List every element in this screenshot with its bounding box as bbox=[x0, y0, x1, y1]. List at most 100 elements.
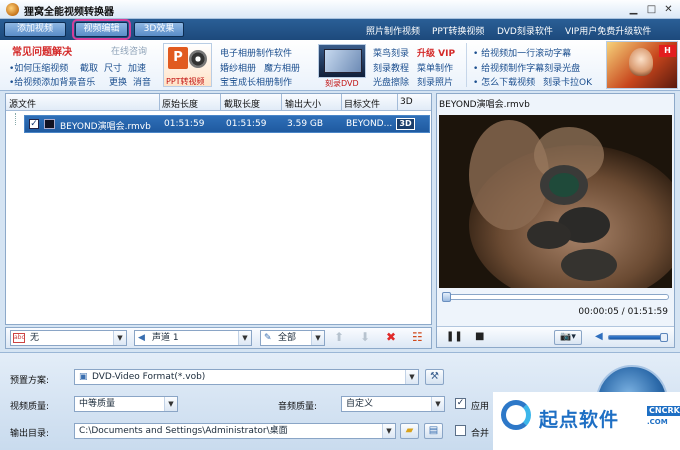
faq-link-clip[interactable]: 截取 bbox=[80, 61, 98, 74]
faq-link-bgm[interactable]: •给视频添加背景音乐 bbox=[9, 75, 95, 88]
dvd-promo-caption[interactable]: 刻录DVD bbox=[325, 78, 359, 89]
volume-handle[interactable] bbox=[660, 333, 668, 342]
seek-handle[interactable] bbox=[442, 292, 452, 302]
film-icon bbox=[44, 119, 55, 129]
link-scroll-subtitle[interactable]: • 给视频加一行滚动字幕 bbox=[473, 46, 571, 59]
link-newbie-burn[interactable]: 菜鸟刻录 bbox=[373, 46, 409, 59]
settings-tool-icon[interactable]: ⚒ bbox=[425, 369, 444, 385]
row-checkbox[interactable]: ✓ bbox=[29, 119, 39, 129]
preset-select[interactable]: ▣ DVD-Video Format(*.vob) ▼ bbox=[74, 369, 419, 385]
faq-link-size[interactable]: 尺寸 bbox=[104, 61, 122, 74]
tab-add-video[interactable]: 添加视频 bbox=[4, 22, 66, 37]
chevron-down-icon[interactable]: ▼ bbox=[113, 331, 126, 345]
link-disc-erase[interactable]: 光盘擦除 bbox=[373, 75, 409, 88]
table-row[interactable]: ✓ BEYOND演唱会.rmvb 01:51:59 01:51:59 3.59 … bbox=[24, 115, 430, 133]
audio-track-select[interactable]: ◀ 声道 1 ▼ bbox=[134, 330, 252, 346]
film-icon: ▣ bbox=[79, 372, 88, 382]
audio-quality-value: 自定义 bbox=[346, 399, 374, 409]
merge-checkbox[interactable] bbox=[455, 425, 466, 436]
delete-icon[interactable]: ✖ bbox=[386, 331, 396, 343]
chevron-down-icon[interactable]: ▼ bbox=[405, 370, 418, 384]
stop-icon[interactable]: ■ bbox=[475, 332, 484, 342]
faq-title[interactable]: 常见问题解决 bbox=[12, 43, 72, 58]
video-quality-select[interactable]: 中等质量 ▼ bbox=[74, 396, 178, 412]
3d-toggle-icon[interactable]: 3D bbox=[396, 118, 415, 130]
link-upgrade-vip[interactable]: 升级 VIP bbox=[417, 46, 455, 59]
open-folder-icon[interactable]: ▤ bbox=[424, 423, 443, 439]
subtitle-select[interactable]: abc 无 ▼ bbox=[10, 330, 127, 346]
chevron-down-icon[interactable]: ▼ bbox=[238, 331, 251, 345]
faq-link-mute[interactable]: 消音 bbox=[133, 75, 151, 88]
output-dir-input[interactable]: C:\Documents and Settings\Administrator\… bbox=[74, 423, 396, 439]
link-menu-make[interactable]: 菜单制作 bbox=[417, 61, 453, 74]
link-album-software[interactable]: 电子相册制作软件 bbox=[220, 46, 292, 59]
audio-quality-select[interactable]: 自定义 ▼ bbox=[341, 396, 445, 412]
cell-file-name: BEYOND演唱会.rmvb bbox=[60, 122, 151, 132]
tab-3d-effect[interactable]: 3D效果 bbox=[134, 22, 184, 37]
link-burn-tutorial[interactable]: 刻录教程 bbox=[373, 61, 409, 74]
folder-icon[interactable]: ▰ bbox=[400, 423, 419, 439]
edit-icon: ✎ bbox=[264, 333, 272, 343]
film-reel-icon bbox=[189, 50, 207, 68]
output-dir-value: C:\Documents and Settings\Administrator\… bbox=[79, 426, 288, 436]
app-logo-icon bbox=[6, 3, 19, 16]
tab-video-edit[interactable]: 视频编辑 bbox=[72, 19, 131, 40]
cell-output-size: 3.59 GB bbox=[287, 119, 324, 129]
timecode: 00:00:05 / 01:51:59 bbox=[578, 307, 668, 317]
link-subtitle-disc[interactable]: • 给视频制作字幕刻录光盘 bbox=[473, 61, 580, 74]
video-frame[interactable] bbox=[439, 115, 672, 288]
link-burn-photos[interactable]: 刻录照片 bbox=[417, 75, 453, 88]
link-wedding-album[interactable]: 婚纱相册 bbox=[220, 61, 256, 74]
audio-track-value: 声道 1 bbox=[152, 333, 179, 343]
arrow-down-icon[interactable]: ⬇ bbox=[360, 331, 370, 343]
volume-icon[interactable]: ◀ bbox=[595, 332, 603, 342]
chevron-down-icon[interactable]: ▼ bbox=[431, 397, 444, 411]
col-source-file[interactable]: 源文件 bbox=[9, 97, 36, 110]
ppt-promo-caption[interactable]: PPT转视频 bbox=[166, 76, 205, 87]
faq-link-replace[interactable]: 更换 bbox=[109, 75, 127, 88]
snapshot-button[interactable]: 📷▾ bbox=[554, 330, 582, 345]
col-target-file[interactable]: 目标文件 bbox=[344, 97, 380, 110]
speaker-icon: ◀ bbox=[138, 333, 145, 343]
preview-title: BEYOND演唱会.rmvb bbox=[439, 100, 530, 110]
seek-bar[interactable] bbox=[442, 292, 669, 302]
pause-icon[interactable]: ❚❚ bbox=[446, 332, 463, 342]
link-cube-album[interactable]: 魔方相册 bbox=[264, 61, 300, 74]
track-filter-bar: abc 无 ▼ ◀ 声道 1 ▼ ✎ 全部 ▼ ⬆ ⬇ ✖ ☷ bbox=[5, 327, 432, 349]
apply-all-checkbox[interactable]: ✓ bbox=[455, 398, 466, 409]
col-clip-length[interactable]: 截取长度 bbox=[224, 97, 260, 110]
link-download-video[interactable]: • 怎么下载视频 bbox=[473, 75, 535, 88]
dvd-promo-image[interactable] bbox=[318, 44, 366, 78]
subtitle-icon: abc bbox=[13, 333, 25, 343]
faq-link-speed[interactable]: 加速 bbox=[128, 61, 146, 74]
ad-banner: 常见问题解决 在线咨询 •如何压缩视频 截取 尺寸 加速 •给视频添加背景音乐 … bbox=[0, 40, 680, 91]
range-select[interactable]: ✎ 全部 ▼ bbox=[260, 330, 325, 346]
close-icon[interactable]: ✕ bbox=[662, 3, 675, 16]
link-ppt-to-video[interactable]: PPT转换视频 bbox=[432, 24, 484, 37]
game-ad-image[interactable]: H bbox=[606, 41, 678, 89]
maximize-icon[interactable]: □ bbox=[645, 3, 658, 16]
character-face-icon bbox=[629, 48, 653, 76]
col-original-length[interactable]: 原始长度 bbox=[162, 97, 198, 110]
online-consult-link[interactable]: 在线咨询 bbox=[111, 44, 147, 57]
volume-slider[interactable] bbox=[608, 333, 668, 342]
chevron-down-icon[interactable]: ▼ bbox=[311, 331, 324, 345]
chevron-down-icon[interactable]: ▼ bbox=[164, 397, 177, 411]
arrow-up-icon[interactable]: ⬆ bbox=[334, 331, 344, 343]
link-vip-upgrade[interactable]: VIP用户免费升级软件 bbox=[565, 24, 651, 37]
link-baby-album[interactable]: 宝宝成长相册制作 bbox=[220, 75, 292, 88]
clear-list-icon[interactable]: ☷ bbox=[412, 331, 423, 343]
link-karaoke[interactable]: 刻录卡拉OK bbox=[543, 75, 592, 88]
faq-link-compress[interactable]: •如何压缩视频 bbox=[9, 61, 68, 74]
monitor-icon bbox=[324, 49, 362, 73]
minimize-icon[interactable]: ▁ bbox=[627, 3, 640, 16]
col-3d[interactable]: 3D bbox=[400, 97, 413, 107]
audio-quality-label: 音频质量: bbox=[278, 402, 318, 412]
table-header: 源文件 原始长度 截取长度 输出大小 目标文件 3D bbox=[6, 94, 431, 111]
watermark-text: 起点软件 bbox=[539, 409, 620, 431]
window-title: 狸窝全能视频转换器 bbox=[24, 7, 114, 18]
link-photo-to-video[interactable]: 照片制作视频 bbox=[366, 24, 420, 37]
chevron-down-icon[interactable]: ▼ bbox=[382, 424, 395, 438]
col-output-size[interactable]: 输出大小 bbox=[285, 97, 321, 110]
link-dvd-burner[interactable]: DVD刻录软件 bbox=[497, 24, 553, 37]
